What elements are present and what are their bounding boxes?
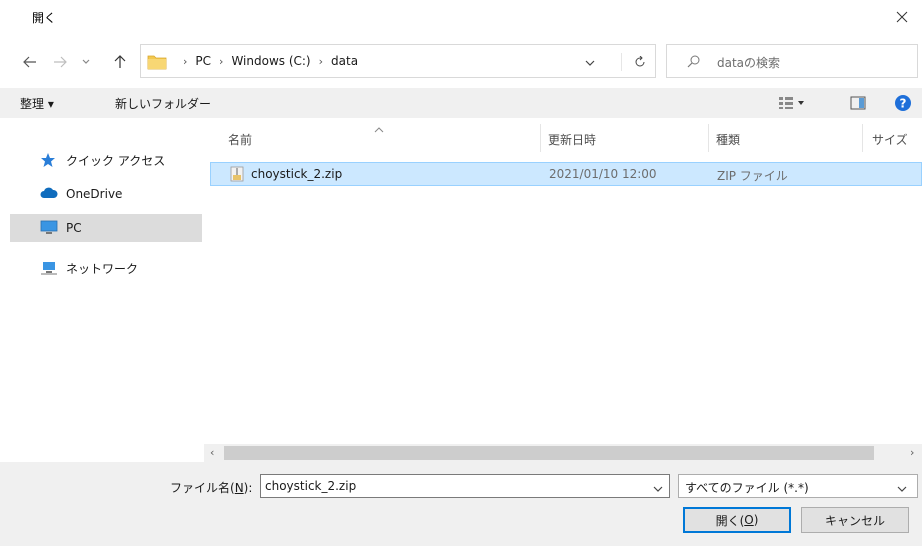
breadcrumb-separator-icon: › [219,54,224,68]
cloud-icon [40,186,58,203]
back-arrow-icon[interactable] [20,52,40,72]
preview-pane-icon[interactable] [850,96,866,113]
filename-label: ファイル名(N): [170,481,253,495]
view-options-icon[interactable] [778,96,806,113]
command-toolbar: 整理 ▾ 新しいフォルダー ? [0,88,922,118]
scroll-left-arrow-icon[interactable]: ‹ [210,446,214,459]
breadcrumb-drive[interactable]: Windows (C:) [231,54,310,68]
file-list: 名前 更新日時 種類 サイズ choystick_2.zip 2021/01/1… [204,118,922,444]
sidebar-item-label: ネットワーク [66,261,139,276]
filename-input[interactable] [261,475,641,497]
star-icon [40,152,56,171]
svg-text:?: ? [900,97,907,111]
search-icon [687,54,701,71]
new-folder-button[interactable]: 新しいフォルダー [115,95,211,112]
column-header-type[interactable]: 種類 [716,131,740,148]
address-bar[interactable]: › PC › Windows (C:) › data [140,44,656,78]
filetype-select[interactable]: すべてのファイル (*.*) [678,474,918,498]
dialog-footer: ファイル名(N): すべてのファイル (*.*) 開く(O) キャンセル [0,462,922,546]
folder-icon [147,53,167,74]
navigation-bar: › PC › Windows (C:) › data dataの検索 [0,42,922,82]
sort-ascending-icon [374,122,384,136]
column-divider[interactable] [540,124,541,152]
zip-file-icon [229,166,245,185]
window-title: 開く [32,11,57,25]
breadcrumb: › PC › Windows (C:) › data [175,54,358,68]
sidebar-item-label: PC [66,221,82,235]
sidebar-item-label: OneDrive [66,187,123,201]
breadcrumb-pc[interactable]: PC [195,54,211,68]
monitor-icon [40,220,58,239]
sidebar-item-pc[interactable]: PC [10,214,202,242]
search-placeholder: dataの検索 [717,56,781,70]
filetype-dropdown-icon[interactable] [897,481,907,495]
search-box[interactable]: dataの検索 [666,44,918,78]
column-divider[interactable] [708,124,709,152]
breadcrumb-separator-icon: › [183,54,188,68]
sidebar-item-onedrive[interactable]: OneDrive [10,180,202,208]
sidebar-item-label: クイック アクセス [66,153,166,168]
recent-locations-chevron-icon[interactable] [76,52,96,72]
sidebar-item-network[interactable]: ネットワーク [10,254,202,282]
sidebar-item-quick-access[interactable]: クイック アクセス [10,146,202,174]
file-type: ZIP ファイル [717,169,788,183]
up-arrow-icon[interactable] [110,52,130,72]
scrollbar-thumb[interactable] [224,446,874,460]
close-icon[interactable] [882,0,922,34]
scroll-right-arrow-icon[interactable]: › [910,446,914,459]
file-modified: 2021/01/10 12:00 [549,167,657,181]
horizontal-scrollbar[interactable]: ‹ › [204,444,922,462]
table-row[interactable]: choystick_2.zip 2021/01/10 12:00 ZIP ファイ… [210,162,922,186]
column-header-name[interactable]: 名前 [228,131,252,148]
breadcrumb-folder[interactable]: data [331,54,358,68]
column-header-row: 名前 更新日時 種類 サイズ [204,118,922,158]
filename-dropdown-icon[interactable] [653,481,663,495]
cancel-button[interactable]: キャンセル [801,507,909,533]
open-button[interactable]: 開く(O) [683,507,791,533]
column-header-modified[interactable]: 更新日時 [548,131,596,148]
filename-field[interactable] [260,474,670,498]
column-header-size[interactable]: サイズ [872,131,908,148]
forward-arrow-icon[interactable] [50,52,70,72]
navigation-pane: クイック アクセス OneDrive PC ネットワーク [0,118,204,462]
organize-button[interactable]: 整理 ▾ [20,95,54,112]
refresh-icon[interactable] [621,53,657,71]
address-dropdown-icon[interactable] [585,55,595,69]
help-icon[interactable]: ? [894,94,912,115]
title-bar: 開く [0,0,922,34]
breadcrumb-separator-icon: › [318,54,324,68]
network-icon [40,260,58,279]
filetype-value: すべてのファイル (*.*) [685,481,809,495]
file-name: choystick_2.zip [251,167,343,181]
column-divider[interactable] [862,124,863,152]
open-file-dialog: 開く › PC › Windows (C:) › data dataの検索 整理… [0,0,922,546]
